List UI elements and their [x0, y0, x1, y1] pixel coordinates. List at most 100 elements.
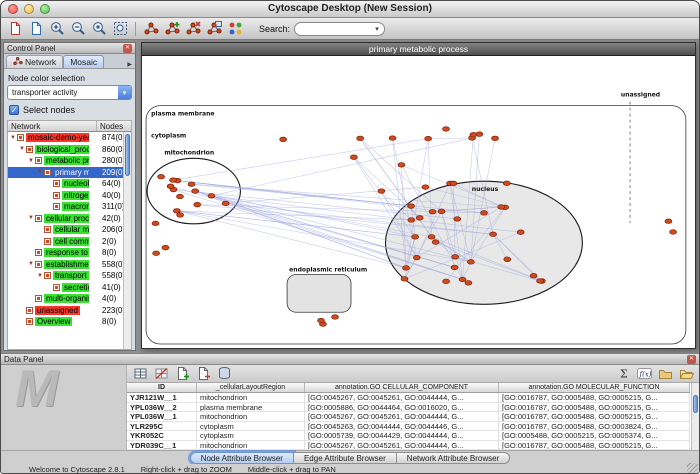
- tree-scrollbar[interactable]: [123, 132, 131, 349]
- search-box[interactable]: [294, 22, 385, 36]
- clear-attribute-icon[interactable]: [214, 365, 234, 383]
- table-cell[interactable]: [GO:0016787, GO:0005488, GO:0005215, G..…: [499, 441, 690, 450]
- create-view-icon[interactable]: [204, 19, 224, 38]
- column-header[interactable]: _cellularLayoutRegion: [197, 383, 305, 392]
- tree-item[interactable]: Overview8(0): [8, 316, 123, 328]
- table-row[interactable]: YPL036W__1mitochondrion[GO:0045267, GO:0…: [127, 412, 690, 422]
- tree-item[interactable]: cell communica...2(0): [8, 236, 123, 248]
- table-cell[interactable]: [GO:0005886, GO:0044464, GO:0016020, G..…: [305, 403, 499, 412]
- table-cell[interactable]: cytoplasm: [197, 422, 305, 431]
- control-panel-titlebar[interactable]: Control Panel: [4, 43, 135, 54]
- table-cell[interactable]: YLR295C: [127, 422, 197, 431]
- tab-network-attribute-browser[interactable]: Network Attribute Browser: [397, 452, 510, 464]
- table-cell[interactable]: mitochondrion: [197, 441, 305, 450]
- tree-item[interactable]: response to stimu...8(0): [8, 247, 123, 259]
- table-cell[interactable]: YJR121W__1: [127, 393, 197, 402]
- table-cell[interactable]: YPL036W__2: [127, 403, 197, 412]
- table-cell[interactable]: [GO:0016787, GO:0005488, GO:0005215, G..…: [499, 412, 690, 421]
- network-view-title[interactable]: primary metabolic process: [142, 43, 695, 56]
- zoom-fit-icon[interactable]: [110, 19, 130, 38]
- tree-item[interactable]: nucleobase-c...64(0): [8, 178, 123, 190]
- tree-item[interactable]: multi-organism pr...4(0): [8, 293, 123, 305]
- tree-item[interactable]: transport558(0): [8, 270, 123, 282]
- new-session-icon[interactable]: [5, 19, 25, 38]
- first-neighbors-icon[interactable]: [141, 19, 161, 38]
- column-header[interactable]: annotation.GO CELLULAR_COMPONENT: [305, 383, 499, 392]
- tree-item[interactable]: nitrogen compo...40(0): [8, 190, 123, 202]
- tree-header-network[interactable]: Network: [8, 121, 97, 131]
- table-row[interactable]: YDR039C__1mitochondrion[GO:0045267, GO:0…: [127, 441, 690, 451]
- table-row[interactable]: YPL036W__2plasma membrane[GO:0005886, GO…: [127, 403, 690, 413]
- tree-scrollbar-thumb[interactable]: [125, 134, 130, 176]
- expand-arrow-icon[interactable]: [37, 273, 44, 279]
- table-cell[interactable]: cytoplasm: [197, 431, 305, 440]
- table-cell[interactable]: YKR052C: [127, 431, 197, 440]
- table-cell[interactable]: mitochondrion: [197, 393, 305, 402]
- unselect-attributes-icon[interactable]: [151, 365, 171, 383]
- column-header[interactable]: annotation.GO MOLECULAR_FUNCTION: [499, 383, 690, 392]
- table-cell[interactable]: mitochondrion: [197, 412, 305, 421]
- resize-grip[interactable]: [687, 463, 698, 474]
- tab-overflow-icon[interactable]: [124, 61, 135, 68]
- expand-arrow-icon[interactable]: [37, 169, 44, 175]
- table-cell[interactable]: [GO:0045263, GO:0044444, GO:0044446, G..…: [305, 422, 499, 431]
- zoom-in-icon[interactable]: [47, 19, 67, 38]
- table-cell[interactable]: [GO:0045267, GO:0045261, GO:0044444, G..…: [305, 441, 499, 450]
- tree-item[interactable]: macromolecul...311(0): [8, 201, 123, 213]
- new-network-from-selection-icon[interactable]: [162, 19, 182, 38]
- table-cell[interactable]: [GO:0016787, GO:0005488, GO:0005215, G..…: [499, 393, 690, 402]
- tree-item[interactable]: unassigned223(0): [8, 305, 123, 317]
- select-attributes-icon[interactable]: [130, 365, 150, 383]
- sum-icon[interactable]: Σ: [613, 365, 633, 383]
- table-cell[interactable]: plasma membrane: [197, 403, 305, 412]
- tree-item[interactable]: cellular process42(0): [8, 213, 123, 225]
- data-panel-titlebar[interactable]: Data Panel: [1, 354, 699, 365]
- import-attributes-icon[interactable]: [655, 365, 675, 383]
- node-color-select[interactable]: transporter activity: [7, 85, 132, 100]
- data-panel-close-icon[interactable]: [687, 355, 696, 364]
- expand-arrow-icon[interactable]: [28, 261, 35, 267]
- chevron-down-icon[interactable]: [118, 86, 131, 99]
- expand-arrow-icon[interactable]: [28, 158, 35, 164]
- table-cell[interactable]: YPL036W__1: [127, 412, 197, 421]
- table-cell[interactable]: [GO:0045267, GO:0045261, GO:0044444, G..…: [305, 412, 499, 421]
- vizmapper-icon[interactable]: [225, 19, 245, 38]
- export-attributes-icon[interactable]: [676, 365, 696, 383]
- table-cell[interactable]: [GO:0005739, GO:0044429, GO:0044444, G..…: [305, 431, 499, 440]
- table-cell[interactable]: [GO:0005488, GO:0005215, GO:0005374, G..…: [499, 431, 690, 440]
- table-cell[interactable]: [GO:0016787, GO:0005488, GO:0003824, G..…: [499, 422, 690, 431]
- zoom-out-icon[interactable]: [68, 19, 88, 38]
- table-cell[interactable]: [GO:0045267, GO:0045261, GO:0044444, G..…: [305, 393, 499, 402]
- network-canvas[interactable]: plasma membranecytoplasmmitochondrionnuc…: [142, 56, 695, 348]
- tree-header-nodes[interactable]: Nodes: [97, 122, 131, 131]
- delete-attribute-icon[interactable]: [193, 365, 213, 383]
- zoom-selected-icon[interactable]: [89, 19, 109, 38]
- tab-network[interactable]: Network: [6, 55, 63, 68]
- table-cell[interactable]: YDR039C__1: [127, 441, 197, 450]
- search-input[interactable]: [300, 23, 372, 34]
- search-dropdown-arrow-icon[interactable]: [372, 25, 382, 33]
- tree-item[interactable]: primary metabo...209(0): [8, 167, 123, 179]
- tab-node-attribute-browser[interactable]: Node Attribute Browser: [190, 452, 294, 464]
- table-row[interactable]: YKR052Ccytoplasm[GO:0005739, GO:0044429,…: [127, 431, 690, 441]
- table-row[interactable]: YLR295Ccytoplasm[GO:0045263, GO:0044444,…: [127, 422, 690, 432]
- function-builder-icon[interactable]: f(x): [634, 365, 654, 383]
- tab-mosaic[interactable]: Mosaic: [63, 55, 104, 68]
- window-titlebar[interactable]: Cytoscape Desktop (New Session): [1, 1, 699, 18]
- table-scrollbar[interactable]: [691, 383, 699, 450]
- open-session-icon[interactable]: [26, 19, 46, 38]
- expand-arrow-icon[interactable]: [19, 146, 26, 152]
- table-scrollbar-thumb[interactable]: [693, 395, 698, 413]
- tree-item[interactable]: metabolic process280(0): [8, 155, 123, 167]
- tree-item[interactable]: establishment of lo...558(0): [8, 259, 123, 271]
- control-panel-close-icon[interactable]: [123, 44, 132, 53]
- tree-item[interactable]: secretion41(0): [8, 282, 123, 294]
- tree-item[interactable]: mosaic-demo-yeast874(0): [8, 132, 123, 144]
- expand-arrow-icon[interactable]: [28, 215, 35, 221]
- tree-item[interactable]: biological_process860(0): [8, 144, 123, 156]
- table-row[interactable]: YJR121W__1mitochondrion[GO:0045267, GO:0…: [127, 393, 690, 403]
- checkbox-checked-icon[interactable]: [9, 105, 19, 115]
- select-nodes-checkbox[interactable]: Select nodes: [9, 105, 132, 115]
- expand-arrow-icon[interactable]: [10, 135, 17, 141]
- column-header[interactable]: ID: [127, 383, 197, 392]
